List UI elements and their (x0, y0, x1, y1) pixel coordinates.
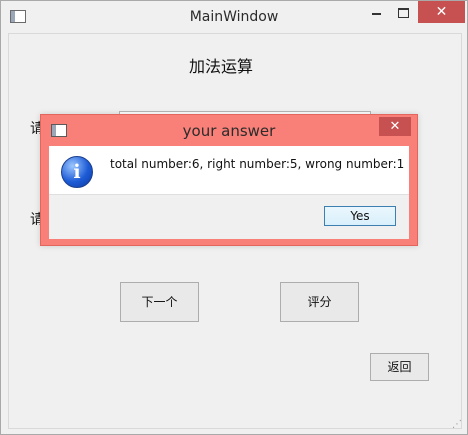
dialog-close-button[interactable]: ✕ (379, 117, 411, 136)
message-dialog: your answer ✕ i total number:6, right nu… (40, 114, 418, 246)
maximize-button[interactable] (390, 1, 417, 23)
title-bar[interactable]: MainWindow ✕ (1, 1, 467, 33)
dialog-footer: Yes (49, 194, 409, 239)
maximize-icon (398, 8, 409, 18)
minimize-button[interactable] (363, 1, 390, 23)
minimize-icon (372, 13, 381, 15)
close-button[interactable]: ✕ (418, 1, 465, 23)
page-title: 加法运算 (189, 57, 254, 76)
yes-button[interactable]: Yes (324, 206, 396, 226)
dialog-body: i total number:6, right number:5, wrong … (49, 146, 409, 194)
back-button[interactable]: 返回 (370, 353, 429, 381)
resize-grip-icon[interactable]: ⋰ (452, 420, 462, 430)
dialog-title: your answer (182, 122, 276, 140)
dialog-message: total number:6, right number:5, wrong nu… (110, 157, 405, 171)
score-button[interactable]: 评分 (280, 282, 359, 322)
info-icon: i (61, 156, 93, 188)
next-button[interactable]: 下一个 (120, 282, 199, 322)
